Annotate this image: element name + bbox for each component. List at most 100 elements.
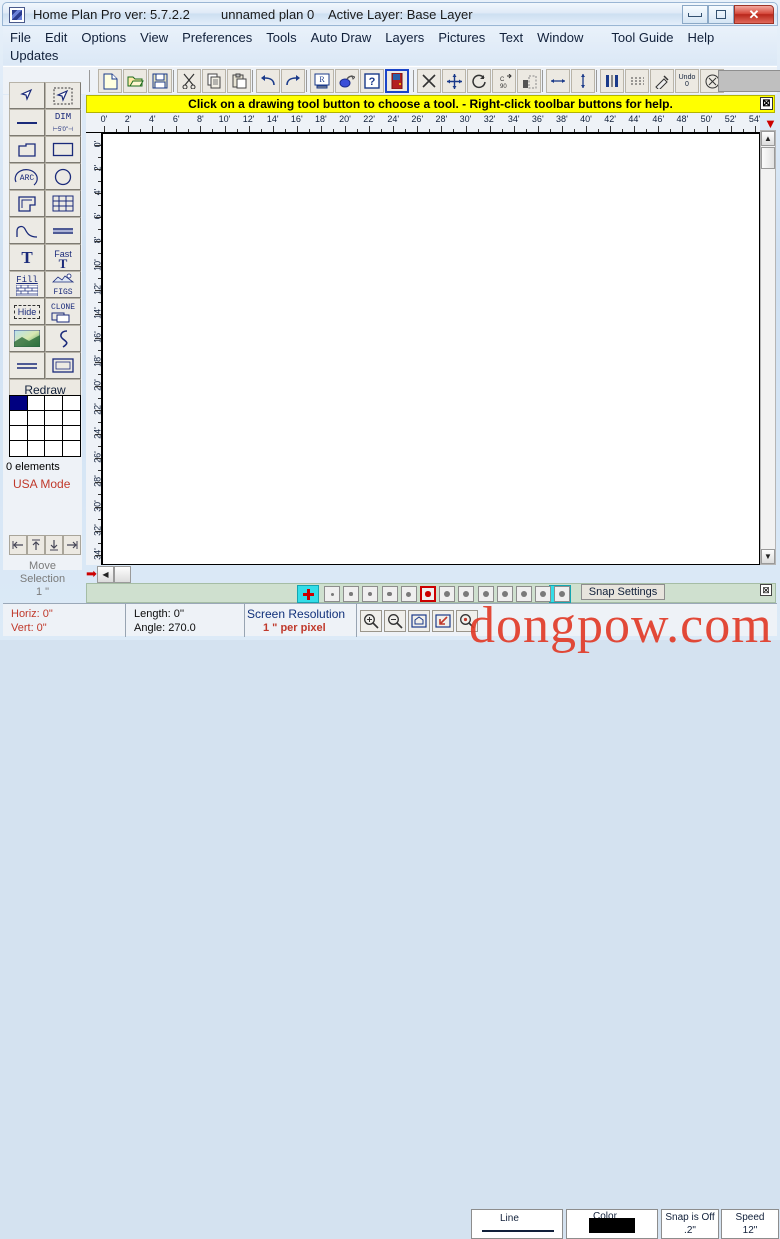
- figures-tool[interactable]: FIGS: [45, 271, 81, 298]
- snap-dot-button[interactable]: [439, 586, 456, 602]
- redo-arrow-icon[interactable]: [281, 69, 305, 93]
- snap-dot-button[interactable]: [420, 586, 436, 602]
- palette-cell[interactable]: [62, 426, 80, 441]
- zoom-fit-button[interactable]: [408, 610, 430, 632]
- snap-dot-button[interactable]: [343, 586, 360, 602]
- element-palette-grid[interactable]: [9, 395, 81, 457]
- hide-tool[interactable]: Hide: [9, 298, 45, 325]
- increase-snap-button[interactable]: [297, 585, 319, 603]
- arc-tool[interactable]: ARC: [9, 163, 45, 190]
- speed-box[interactable]: Speed 12": [721, 1209, 779, 1239]
- rotate-circle-icon[interactable]: [467, 69, 491, 93]
- menu-item-auto-draw[interactable]: Auto Draw: [304, 28, 379, 47]
- curve-tool[interactable]: [9, 217, 45, 244]
- rotate-90-icon[interactable]: C 90: [492, 69, 516, 93]
- snap-dot-button[interactable]: [535, 586, 552, 602]
- close-button[interactable]: ✕: [734, 5, 774, 24]
- snap-dot-button[interactable]: [554, 586, 571, 602]
- menu-item-view[interactable]: View: [133, 28, 175, 47]
- print-preview-icon[interactable]: R: [310, 69, 334, 93]
- palette-cell[interactable]: [10, 411, 28, 426]
- snap-strip-close-icon[interactable]: ⊠: [760, 584, 772, 596]
- select-arrow-tool[interactable]: [9, 82, 45, 109]
- zoom-selection-button[interactable]: [432, 610, 454, 632]
- menu-item-window[interactable]: Window: [530, 28, 590, 47]
- nudge-right-button[interactable]: [63, 535, 81, 555]
- window-grid-tool[interactable]: [45, 190, 81, 217]
- palette-cell[interactable]: [10, 441, 28, 456]
- menu-item-tool-guide[interactable]: Tool Guide: [604, 28, 680, 47]
- snap-dot-button[interactable]: [400, 586, 417, 602]
- columns-bars-icon[interactable]: [600, 69, 624, 93]
- menu-item-pictures[interactable]: Pictures: [431, 28, 492, 47]
- maximize-button[interactable]: [708, 5, 734, 24]
- rectangle-tool[interactable]: [45, 136, 81, 163]
- zoom-find-button[interactable]: [456, 610, 478, 632]
- line-style-box[interactable]: Line: [471, 1209, 563, 1239]
- select-box-arrow-tool[interactable]: [45, 82, 81, 109]
- zoom-out-button[interactable]: [384, 610, 406, 632]
- horizontal-arrow-icon[interactable]: [546, 69, 570, 93]
- nudge-up-button[interactable]: [27, 535, 45, 555]
- undo-arrow-icon[interactable]: [256, 69, 280, 93]
- palette-cell[interactable]: [27, 396, 45, 411]
- vertical-arrow-icon[interactable]: [571, 69, 595, 93]
- undo-counter-button[interactable]: Undo 0: [675, 69, 699, 93]
- new-document-icon[interactable]: [98, 69, 122, 93]
- menu-item-updates[interactable]: Updates: [3, 46, 65, 65]
- snap-dot-button[interactable]: [362, 586, 379, 602]
- parallel-lines-tool[interactable]: [9, 352, 45, 379]
- minimize-button[interactable]: [682, 5, 708, 24]
- zoom-in-button[interactable]: [360, 610, 382, 632]
- line-tool[interactable]: [9, 109, 45, 136]
- horizontal-ruler[interactable]: 0' 2' 4' 6' 8' 10' 12' 14' 16' 18' 20' 22' 24' 26' 28'…: [86, 113, 760, 133]
- scroll-up-button[interactable]: ▲: [761, 131, 775, 146]
- delete-x-icon[interactable]: [417, 69, 441, 93]
- snap-dot-button[interactable]: [324, 586, 340, 602]
- fill-brick-tool[interactable]: Fill: [9, 271, 45, 298]
- color-swatch[interactable]: [589, 1218, 635, 1233]
- nudge-down-button[interactable]: [45, 535, 63, 555]
- scroll-down-button[interactable]: ▼: [761, 549, 775, 564]
- dimension-tool[interactable]: DIM ⊢5'0"⊣: [45, 109, 81, 136]
- palette-cell[interactable]: [62, 396, 80, 411]
- palette-cell[interactable]: [28, 441, 45, 456]
- color-box[interactable]: Color: [566, 1209, 658, 1239]
- text-tool[interactable]: T: [9, 244, 45, 271]
- palette-cell[interactable]: [62, 411, 80, 426]
- toolbar-gray-field[interactable]: [718, 70, 780, 92]
- align-dots-icon[interactable]: [517, 69, 541, 93]
- freehand-tool[interactable]: [45, 325, 81, 352]
- fast-text-tool[interactable]: Fast T: [45, 244, 81, 271]
- help-question-icon[interactable]: ?: [360, 69, 384, 93]
- palette-cell[interactable]: [45, 411, 63, 426]
- gradient-tool[interactable]: [9, 325, 45, 352]
- clone-tool[interactable]: CLONE: [45, 298, 81, 325]
- eyedropper-pen-icon[interactable]: [650, 69, 674, 93]
- drawing-canvas[interactable]: [102, 133, 760, 565]
- cut-scissors-icon[interactable]: [177, 69, 201, 93]
- menu-item-preferences[interactable]: Preferences: [175, 28, 259, 47]
- snap-dot-button[interactable]: [496, 586, 513, 602]
- menu-item-layers[interactable]: Layers: [378, 28, 431, 47]
- snap-settings-button[interactable]: Snap Settings: [581, 584, 665, 600]
- palette-cell[interactable]: [10, 426, 28, 441]
- vertical-scrollbar[interactable]: ▲ ▼: [760, 130, 776, 565]
- copy-pages-icon[interactable]: [202, 69, 226, 93]
- menu-item-help[interactable]: Help: [681, 28, 722, 47]
- dashed-lines-icon[interactable]: [625, 69, 649, 93]
- snap-dot-button[interactable]: [477, 586, 494, 602]
- hint-close-icon[interactable]: ⊠: [760, 97, 773, 110]
- menu-item-edit[interactable]: Edit: [38, 28, 74, 47]
- paste-clipboard-icon[interactable]: [227, 69, 251, 93]
- palette-cell[interactable]: [45, 426, 63, 441]
- box-tool[interactable]: [45, 352, 81, 379]
- double-line-tool[interactable]: [45, 217, 81, 244]
- paint-can-icon[interactable]: [335, 69, 359, 93]
- snap-dot-button[interactable]: [381, 586, 398, 602]
- menu-item-text[interactable]: Text: [492, 28, 530, 47]
- scroll-left-button[interactable]: ◀: [97, 566, 114, 583]
- palette-cell[interactable]: [63, 441, 81, 456]
- snap-status-box[interactable]: Snap is Off .2": [661, 1209, 719, 1239]
- palette-cell[interactable]: [27, 411, 45, 426]
